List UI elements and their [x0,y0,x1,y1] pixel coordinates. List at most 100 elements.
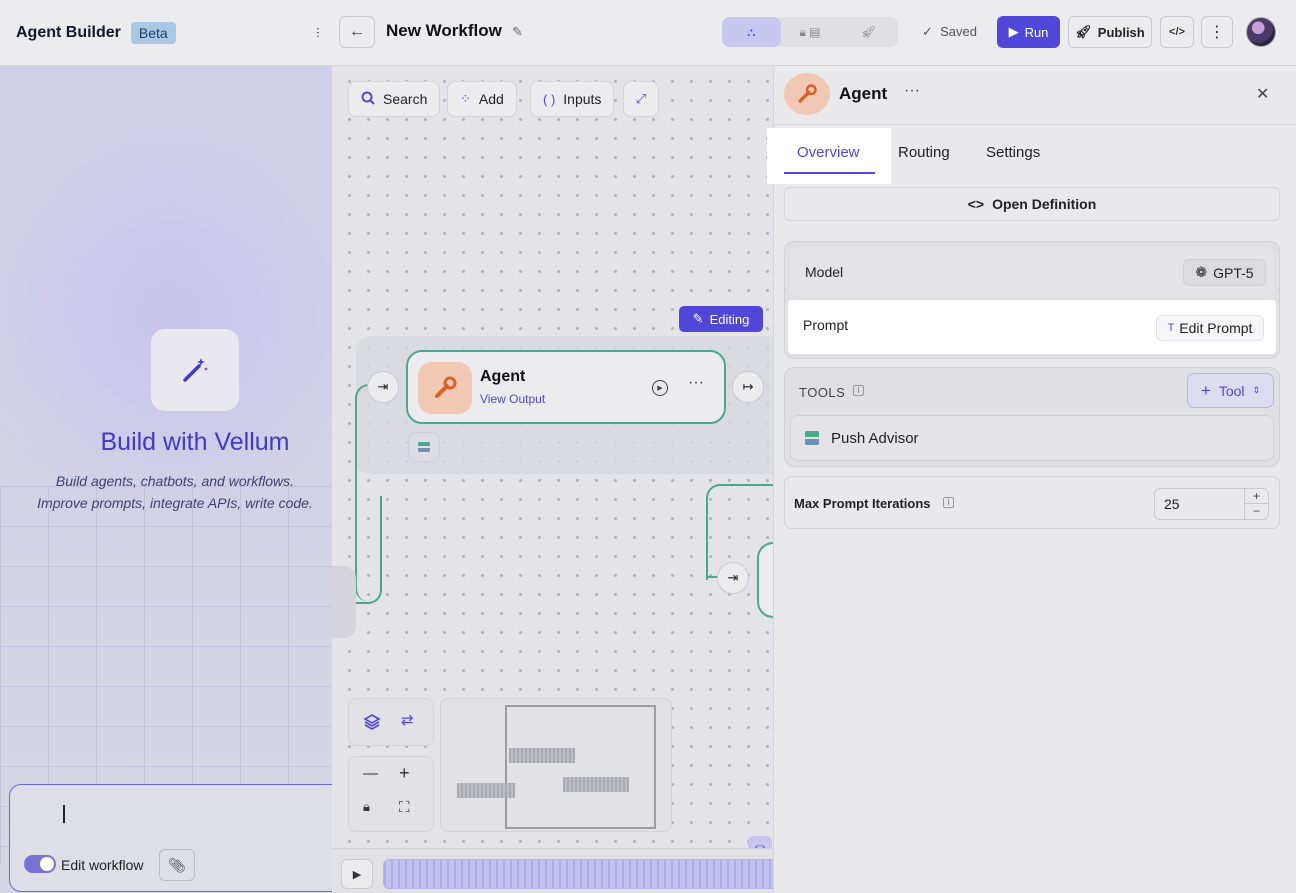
more-options-button[interactable]: ⋮ [1201,16,1233,48]
next-node-stub [757,542,773,618]
increment-icon[interactable]: + [1245,489,1268,504]
saved-label: Saved [940,24,978,39]
model-value: GPT-5 [1213,264,1254,281]
workflow-title[interactable]: New Workflow [386,21,502,41]
max-iterations-label: Max Prompt Iterations [794,496,931,511]
search-icon [361,91,375,108]
add-tool-button[interactable]: + Tool ⇕ [1187,373,1274,408]
edge-loop-bottom [356,496,382,604]
zoom-out-icon[interactable]: — [363,765,378,782]
agent-node-title: Agent [480,368,526,385]
decrement-icon[interactable]: − [1245,504,1268,519]
build-title: Build with Vellum [100,428,290,456]
auto-arrange-icon[interactable]: ⇄ [401,711,414,729]
tools-card: TOOLS i + Tool ⇕ Push Advisor [784,367,1280,467]
back-button[interactable]: ← [339,16,375,48]
canvas-add-button[interactable]: ⁘ Add [447,81,517,117]
pencil-icon: ✎ [692,311,704,326]
subtitle-line-1: Build agents, chatbots, and workflows. [55,473,295,489]
lock-mode-button[interactable]: 🔒︎ ▤ [781,17,840,47]
user-avatar[interactable] [1246,17,1276,47]
timeline-scrubber[interactable] [383,859,773,889]
max-iterations-card: Max Prompt Iterations i 25 + − [784,476,1280,529]
edit-prompt-button[interactable]: T Edit Prompt [1156,315,1264,341]
tab-overview[interactable]: Overview [797,144,860,161]
play-icon: ▶ [1008,24,1019,39]
add-label: Add [478,91,504,107]
info-icon[interactable]: i [943,497,954,508]
code-view-button[interactable]: </> [1160,16,1194,48]
mode-switcher: ⛬ 🔒︎ ▤ 🚀︎ [722,17,898,47]
subtitle-line-2: Improve prompts, integrate APIs, write c… [37,495,313,511]
inputs-label: Inputs [563,91,602,107]
magic-wand-tile [151,329,239,411]
collapsed-node-stub [332,566,356,638]
openai-icon: ❁ [1195,264,1208,280]
node-tool-chip[interactable] [408,432,440,462]
add-tool-label: Tool [1218,382,1245,399]
quantity-stepper: + − [1244,489,1268,519]
workflow-canvas[interactable]: Search ⁘ Add ( ) Inputs ⤢ ✎ Editing ⇥ Age… [332,66,773,893]
model-row: Model ❁ GPT-5 [790,247,1274,297]
canvas-inputs-button[interactable]: ( ) Inputs [530,81,615,117]
editing-label: Editing [709,311,750,327]
panel-title: Agent [839,84,888,103]
zoom-in-icon[interactable]: + [399,763,410,784]
minimap-node [563,777,629,792]
tools-heading: TOOLS [799,385,846,400]
nodes-icon: ⛬ [747,24,756,39]
collapse-panel-icon[interactable]: ⵗ [316,26,320,40]
beta-badge: Beta [130,22,176,44]
fit-view-icon[interactable]: ⛶ [399,799,410,816]
active-tab-indicator [784,172,875,174]
open-definition-button[interactable]: <> Open Definition [784,187,1280,221]
attach-button[interactable]: 📎︎ [159,849,195,881]
workflow-mode-button[interactable]: ⛬ [722,17,781,47]
info-icon[interactable]: i [853,385,864,396]
model-label: Model [805,264,844,280]
enter-icon: ⇥ [727,570,739,585]
layers-icon[interactable] [363,713,381,735]
exit-icon: ↦ [742,379,754,394]
deploy-mode-button[interactable]: 🚀︎ [839,17,898,47]
next-node-input-port[interactable]: ⇥ [717,562,749,594]
panel-more-icon[interactable]: ··· [904,82,920,100]
publish-button[interactable]: 🚀︎ Publish [1068,16,1152,48]
tab-settings[interactable]: Settings [986,144,1040,161]
node-details-panel: Agent ··· ✕ Overview Routing Settings <>… [767,66,1296,893]
node-output-port[interactable]: ↦ [732,371,764,403]
model-select[interactable]: ❁ GPT-5 [1183,259,1266,286]
agent-node[interactable]: Agent View Output ▶ ··· [406,350,726,424]
canvas-search-button[interactable]: Search [348,81,441,117]
run-node-icon[interactable]: ▶ [652,380,668,396]
zoom-controls: — + 🔒︎ ⛶ [348,756,434,832]
chevron-updown-icon: ⇕ [1252,385,1261,395]
top-bar: Agent Builder Beta ⵗ ← New Workflow ✎ ⛬ … [0,0,1296,66]
node-more-icon[interactable]: ··· [688,374,704,392]
timeline-play-button[interactable]: ▶ [341,859,373,889]
check-icon: ✓ [922,24,933,39]
expand-icon: ⤢ [635,91,647,106]
node-input-port[interactable]: ⇥ [367,371,399,403]
minimap-node [457,783,515,798]
tab-routing[interactable]: Routing [898,144,950,161]
publish-label: Publish [1097,24,1145,40]
model-prompt-card: Model ❁ GPT-5 Prompt T Edit Prompt [784,241,1280,359]
close-icon[interactable]: ✕ [1256,84,1269,104]
auto-layout-button[interactable]: ⤢ [623,81,659,117]
run-button[interactable]: ▶ Run [997,16,1060,48]
code-icon: </> [1169,26,1185,38]
code-icon: <> [967,196,985,212]
chat-input[interactable]: Edit workflow 📎︎ [9,784,332,892]
view-output-link[interactable]: View Output [480,392,545,406]
edit-title-icon[interactable]: ✎ [512,24,523,40]
minimap-viewport [505,705,656,829]
app-header: Agent Builder Beta [0,0,332,66]
edit-workflow-toggle[interactable] [24,855,56,873]
minimap[interactable] [440,698,672,832]
tool-item[interactable]: Push Advisor [790,415,1274,461]
text-cursor [63,805,65,823]
max-iterations-input[interactable]: 25 + − [1154,488,1269,520]
layers-controls: ⇄ [348,698,434,746]
lock-icon[interactable]: 🔒︎ [363,799,370,815]
